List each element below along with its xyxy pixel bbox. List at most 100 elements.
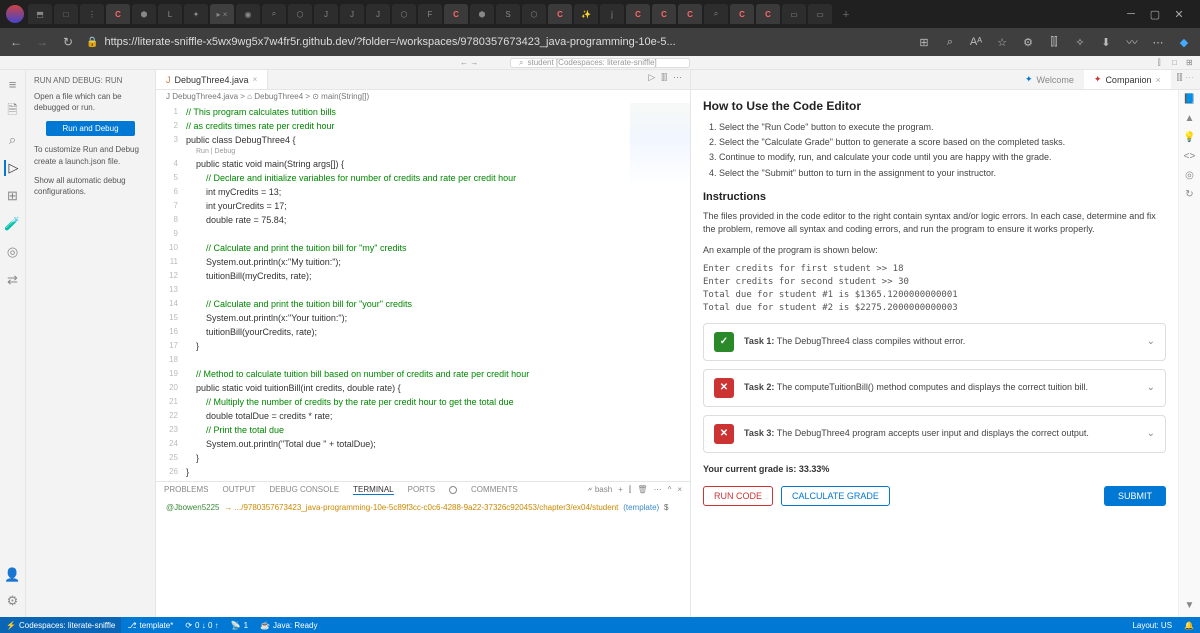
code-line[interactable]: 12 tuitionBill(myCredits, rate); bbox=[162, 269, 690, 283]
downloads-icon[interactable]: ⬇ bbox=[1098, 34, 1114, 50]
browser-tab[interactable]: ⬒ bbox=[28, 4, 52, 24]
code-icon[interactable]: <> bbox=[1184, 151, 1196, 162]
liveshare-icon[interactable]: ⇄ bbox=[5, 272, 21, 288]
panel-tab-ports[interactable]: PORTS bbox=[408, 485, 435, 494]
code-line[interactable]: 14 // Calculate and print the tuition bi… bbox=[162, 297, 690, 311]
browser-tab[interactable]: ◉ bbox=[236, 4, 260, 24]
browser-tab[interactable]: j bbox=[600, 4, 624, 24]
browser-tab[interactable]: ⬡ bbox=[288, 4, 312, 24]
run-icon[interactable]: ▷ bbox=[648, 72, 655, 87]
bulb-icon[interactable]: 💡 bbox=[1183, 132, 1195, 143]
browser-tab[interactable]: ⌕ bbox=[704, 4, 728, 24]
more-icon[interactable]: ⋯ bbox=[1150, 34, 1166, 50]
code-line[interactable]: 22 double totalDue = credits * rate; bbox=[162, 409, 690, 423]
browser-tab[interactable]: C bbox=[106, 4, 130, 24]
code-line[interactable]: 21 // Multiply the number of credits by … bbox=[162, 395, 690, 409]
remote-indicator[interactable]: ⚡ Codespaces: literate-sniffle bbox=[0, 617, 121, 633]
layout-indicator[interactable]: Layout: US bbox=[1126, 621, 1178, 630]
trash-icon[interactable]: 🗑 bbox=[637, 485, 647, 495]
editor-tab[interactable]: J DebugThree4.java × bbox=[156, 70, 268, 89]
read-icon[interactable]: Aᴬ bbox=[968, 34, 984, 50]
close-icon[interactable]: × bbox=[253, 75, 258, 84]
profile-avatar[interactable] bbox=[6, 5, 24, 23]
command-center[interactable]: ⌕ student [Codespaces: literate-sniffle] bbox=[510, 58, 690, 68]
browser-tab[interactable]: C bbox=[652, 4, 676, 24]
code-line[interactable]: 3public class DebugThree4 { bbox=[162, 133, 690, 147]
code-line[interactable]: 24 System.out.println("Total due " + tot… bbox=[162, 437, 690, 451]
settings-icon[interactable]: ⚙ bbox=[5, 593, 21, 609]
browser-tab[interactable]: F bbox=[418, 4, 442, 24]
menu-icon[interactable]: ≡ bbox=[5, 76, 21, 92]
code-line[interactable]: 7 int yourCredits = 17; bbox=[162, 199, 690, 213]
apps-icon[interactable]: ⊞ bbox=[916, 34, 932, 50]
chevron-down-icon[interactable]: ▼ bbox=[1185, 600, 1195, 611]
extension-icon[interactable]: ⚙ bbox=[1020, 34, 1036, 50]
split-editor-icon[interactable]: ⫿⫿ bbox=[661, 72, 667, 87]
search-icon[interactable]: ⌕ bbox=[5, 132, 21, 148]
browser-tab-active[interactable]: ▸ × bbox=[210, 4, 234, 24]
layout-icon[interactable]: ⫿ bbox=[1158, 58, 1168, 68]
split-terminal-icon[interactable]: ⫿ bbox=[629, 485, 632, 495]
code-line[interactable]: 18 bbox=[162, 353, 690, 367]
extensions-icon[interactable]: ⊞ bbox=[5, 188, 21, 204]
code-line[interactable]: 16 tuitionBill(yourCredits, rate); bbox=[162, 325, 690, 339]
chevron-up-icon[interactable]: ^ bbox=[668, 485, 672, 495]
panel-tab-terminal[interactable]: TERMINAL bbox=[353, 485, 393, 495]
panel-tab-output[interactable]: OUTPUT bbox=[222, 485, 255, 494]
ports-indicator[interactable]: 📡 1 bbox=[225, 621, 254, 630]
submit-button[interactable]: SUBMIT bbox=[1104, 486, 1166, 506]
browser-tab[interactable]: □ bbox=[54, 4, 78, 24]
browser-tab[interactable]: C bbox=[548, 4, 572, 24]
new-terminal-icon[interactable]: + bbox=[618, 485, 623, 495]
code-line[interactable]: 26} bbox=[162, 465, 690, 479]
refresh-button[interactable]: ↻ bbox=[60, 34, 76, 50]
close-button[interactable]: ✕ bbox=[1172, 7, 1186, 21]
code-line[interactable]: 8 double rate = 75.84; bbox=[162, 213, 690, 227]
task-card[interactable]: ✕Task 2: The computeTuitionBill() method… bbox=[703, 369, 1166, 407]
refresh-icon[interactable]: ↻ bbox=[1185, 189, 1193, 200]
browser-tab[interactable]: ⌕ bbox=[262, 4, 286, 24]
browser-tab[interactable]: J bbox=[366, 4, 390, 24]
favorite-icon[interactable]: ☆ bbox=[994, 34, 1010, 50]
maximize-button[interactable]: ▢ bbox=[1148, 7, 1162, 21]
tab-companion[interactable]: ✦Companion × bbox=[1084, 70, 1171, 89]
code-line[interactable]: 25 } bbox=[162, 451, 690, 465]
code-line[interactable]: 4 public static void main(String args[])… bbox=[162, 157, 690, 171]
browser-tab[interactable]: ✦ bbox=[184, 4, 208, 24]
close-icon[interactable]: × bbox=[1155, 75, 1160, 85]
account-icon[interactable]: 👤 bbox=[5, 567, 21, 583]
browser-tab[interactable]: ▭ bbox=[782, 4, 806, 24]
browser-tab[interactable]: L bbox=[158, 4, 182, 24]
layout-icon[interactable]: ⊞ bbox=[1186, 58, 1196, 68]
browser-tab[interactable]: ⋮ bbox=[80, 4, 104, 24]
shell-label[interactable]: 🗲 bash bbox=[587, 485, 612, 495]
calculate-grade-button[interactable]: CALCULATE GRADE bbox=[781, 486, 890, 506]
chevron-down-icon[interactable]: ⌄ bbox=[1147, 335, 1155, 350]
minimize-button[interactable]: ─ bbox=[1124, 7, 1138, 21]
terminal[interactable]: @Jbowen5225 → .../9780357673423_java-pro… bbox=[156, 497, 690, 617]
code-line[interactable]: 20 public static void tuitionBill(int cr… bbox=[162, 381, 690, 395]
breadcrumb[interactable]: J DebugThree4.java > ⌂ DebugThree4 > ⊙ m… bbox=[156, 90, 690, 103]
codelens[interactable]: Run | Debug bbox=[162, 147, 690, 157]
close-panel-icon[interactable]: × bbox=[677, 485, 682, 495]
code-line[interactable]: 13 bbox=[162, 283, 690, 297]
notifications-icon[interactable]: 🔔 bbox=[1178, 621, 1200, 630]
code-line[interactable]: 11 System.out.println(x:"My tuition:"); bbox=[162, 255, 690, 269]
minimap[interactable] bbox=[630, 103, 690, 223]
triangle-icon[interactable]: ▲ bbox=[1185, 113, 1195, 124]
code-line[interactable]: 2// as credits times rate per credit hou… bbox=[162, 119, 690, 133]
browser-tab[interactable]: C bbox=[730, 4, 754, 24]
browser-tab[interactable]: ⬢ bbox=[132, 4, 156, 24]
new-tab-button[interactable]: ＋ bbox=[834, 4, 858, 24]
browser-tab[interactable]: ⬢ bbox=[470, 4, 494, 24]
maximize-icon[interactable]: ⋯ bbox=[654, 485, 662, 495]
browser-tab[interactable]: C bbox=[626, 4, 650, 24]
code-line[interactable]: 9 bbox=[162, 227, 690, 241]
browser-tab[interactable]: ⬡ bbox=[522, 4, 546, 24]
code-line[interactable]: 15 System.out.println(x:"Your tuition:")… bbox=[162, 311, 690, 325]
browser-tab[interactable]: ▭ bbox=[808, 4, 832, 24]
target-icon[interactable]: ◎ bbox=[1185, 170, 1194, 181]
panel-tab-problems[interactable]: PROBLEMS bbox=[164, 485, 208, 494]
browser-tab[interactable]: J bbox=[314, 4, 338, 24]
code-line[interactable]: 19 // Method to calculate tuition bill b… bbox=[162, 367, 690, 381]
